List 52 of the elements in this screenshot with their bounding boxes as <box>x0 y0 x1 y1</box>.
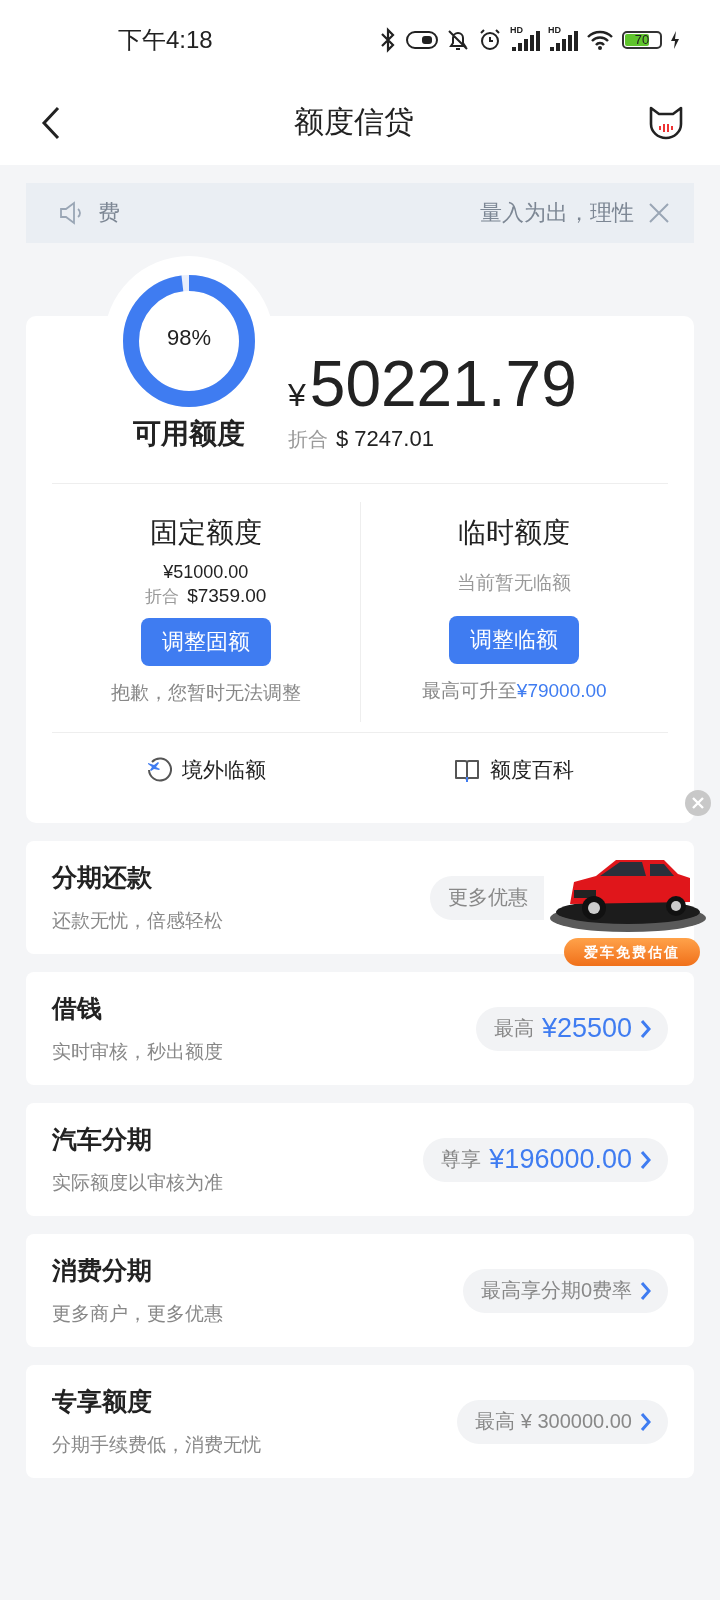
product-title: 分期还款 <box>52 862 153 893</box>
notice-text: 费 <box>98 199 120 227</box>
product-card[interactable]: 汽车分期 实际额度以审核为准 尊享 ¥196000.00 <box>26 1103 694 1216</box>
battery-icon: 70 <box>622 31 662 49</box>
offer-pill[interactable]: 最高 ¥ 300000.00 <box>457 1399 668 1444</box>
offer-pill[interactable]: 最高 ¥25500 <box>475 1006 668 1051</box>
wifi-icon <box>586 29 614 51</box>
clock-plane-icon <box>146 757 172 783</box>
product-title: 借钱 <box>52 993 103 1024</box>
toggle-icon <box>406 30 438 50</box>
quota-note: 最高可升至¥79000.00 <box>421 679 607 703</box>
page-title: 额度信贷 <box>294 104 414 140</box>
quota-link[interactable]: 额度百科 <box>360 756 668 784</box>
product-title: 专享额度 <box>52 1386 153 1417</box>
quota-title: 固定额度 <box>149 516 262 550</box>
back-icon[interactable] <box>40 105 62 140</box>
product-subtitle: 分期手续费低，消费无忧 <box>52 1433 262 1457</box>
adjust-button[interactable]: 调整固额 <box>140 618 271 666</box>
converted-amount: $7359.00 <box>187 585 267 607</box>
offer-pill[interactable]: 尊享 ¥196000.00 <box>423 1137 668 1182</box>
usage-percent: 98% <box>165 325 212 351</box>
car-valuation-button[interactable]: 爱车免费估值 <box>564 938 700 966</box>
available-amount: 50221.79 <box>309 352 577 416</box>
product-title: 汽车分期 <box>52 1124 153 1155</box>
status-time: 下午4:18 <box>118 25 214 55</box>
offer-pill[interactable]: 最高享分期0费率 <box>462 1268 668 1313</box>
quota-note: 抱歉，您暂时无法调整 <box>110 681 301 705</box>
quota-title: 临时额度 <box>458 516 571 550</box>
product-subtitle: 实际额度以审核为准 <box>52 1171 224 1195</box>
converted-label: 折合 <box>288 427 328 452</box>
bell-off-icon <box>446 28 470 52</box>
offer-pill[interactable]: 更多优惠 <box>430 875 544 920</box>
product-card[interactable]: 专享额度 分期手续费低，消费无忧 最高 ¥ 300000.00 <box>26 1365 694 1478</box>
notice-text: 量入为出，理性 <box>480 199 634 227</box>
product-title: 消费分期 <box>52 1255 153 1286</box>
converted-amount: $ 7247.01 <box>336 426 434 452</box>
product-subtitle: 实时审核，秒出额度 <box>52 1040 224 1064</box>
converted-label: 折合 <box>145 586 180 608</box>
charging-icon <box>670 31 680 49</box>
speaker-icon <box>58 201 84 225</box>
currency-symbol: ¥ <box>288 377 306 414</box>
product-subtitle: 更多商户，更多优惠 <box>52 1302 224 1326</box>
quota-hint: 当前暂无临额 <box>457 571 572 595</box>
adjust-button[interactable]: 调整临额 <box>449 616 580 664</box>
available-label: 可用额度 <box>133 417 245 451</box>
quota-amount: ¥51000.00 <box>163 562 249 583</box>
book-icon <box>454 757 480 783</box>
product-card[interactable]: 消费分期 更多商户，更多优惠 最高享分期0费率 <box>26 1234 694 1347</box>
product-subtitle: 还款无忧，倍感轻松 <box>52 909 224 933</box>
alarm-clock-icon <box>478 28 502 52</box>
quota-link[interactable]: 境外临额 <box>52 756 360 784</box>
product-card[interactable]: 借钱 实时审核，秒出额度 最高 ¥25500 <box>26 972 694 1085</box>
